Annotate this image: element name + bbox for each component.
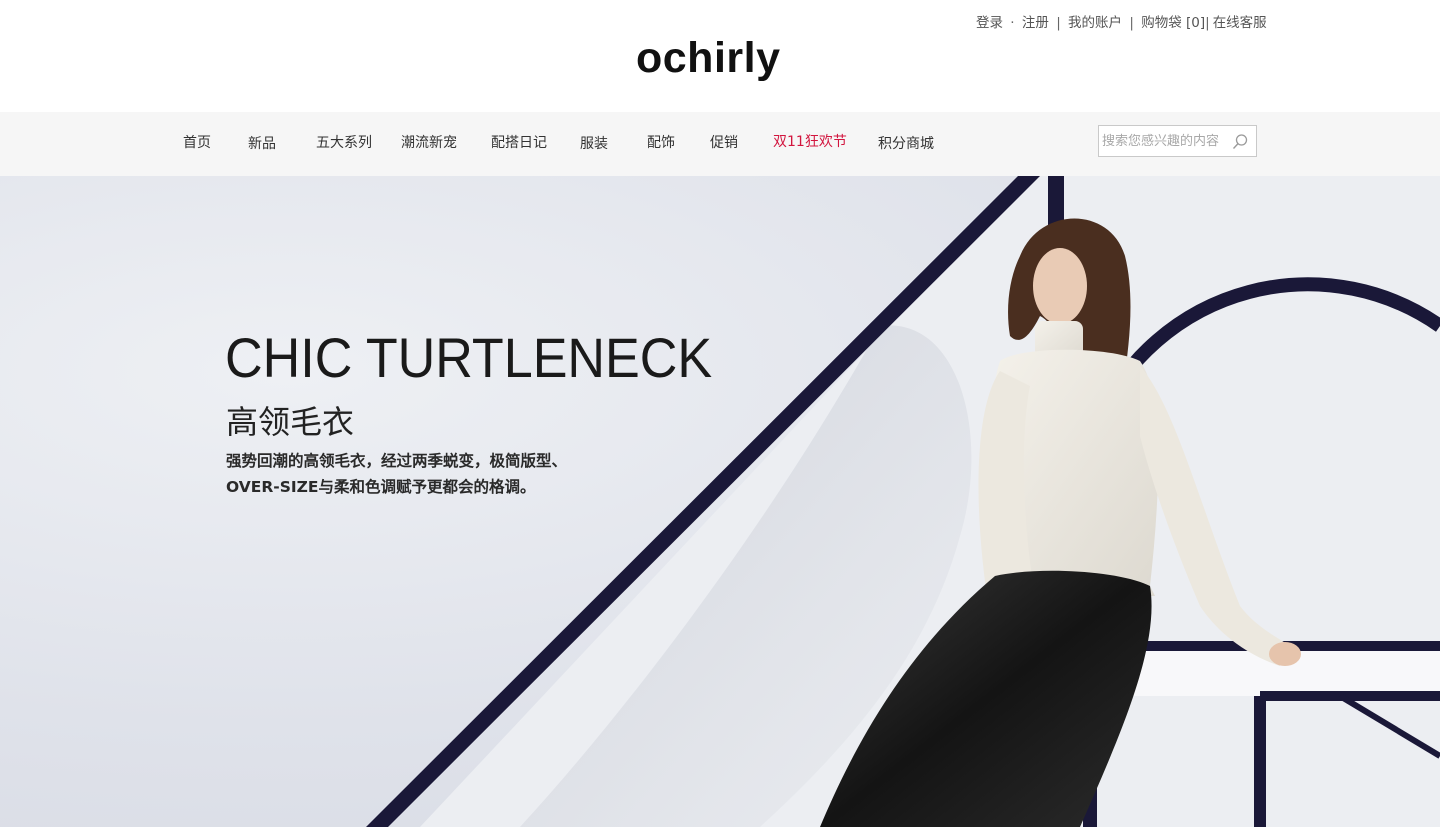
banner-artwork: [366, 176, 1440, 827]
separator: |: [1129, 15, 1134, 31]
shopping-bag-link[interactable]: 购物袋 [0]: [1141, 15, 1205, 31]
search-icon[interactable]: [1230, 132, 1250, 152]
search-box: [1098, 125, 1257, 157]
search-input[interactable]: [1099, 126, 1231, 156]
separator: |: [1056, 15, 1061, 31]
nav-item-trends[interactable]: 潮流新宠: [401, 132, 457, 152]
dot-separator: ·: [1010, 15, 1015, 31]
hero-banner[interactable]: CHIC TURTLENECK 高领毛衣 强势回潮的高领毛衣，经过两季蜕变，极简…: [0, 176, 1440, 827]
nav-item-promotions[interactable]: 促销: [710, 132, 738, 152]
top-links: 登录 · 注册 | 我的账户 | 购物袋 [0]| 在线客服: [976, 11, 1267, 31]
banner-description-line: OVER-SIZE与柔和色调赋予更都会的格调。: [226, 478, 536, 496]
banner-description-line: 强势回潮的高领毛衣，经过两季蜕变，极简版型、: [226, 452, 568, 470]
nav-item-points-mall[interactable]: 积分商城: [878, 133, 934, 153]
online-service-link[interactable]: 在线客服: [1213, 15, 1267, 31]
nav-item-home[interactable]: 首页: [183, 132, 211, 152]
nav-item-double11[interactable]: 双11狂欢节: [773, 131, 847, 151]
banner-headline: CHIC TURTLENECK: [225, 326, 713, 389]
banner-subheadline: 高领毛衣: [226, 403, 355, 441]
nav-item-outfit-diary[interactable]: 配搭日记: [491, 132, 547, 152]
banner-description: 强势回潮的高领毛衣，经过两季蜕变，极简版型、 OVER-SIZE与柔和色调赋予更…: [226, 448, 567, 500]
nav-item-new[interactable]: 新品: [248, 133, 276, 153]
site-header: 登录 · 注册 | 我的账户 | 购物袋 [0]| 在线客服 ochirly: [0, 0, 1440, 112]
register-link[interactable]: 注册: [1022, 15, 1049, 31]
separator: |: [1205, 15, 1210, 31]
nav-item-clothing[interactable]: 服装: [580, 133, 608, 153]
nav-item-accessories[interactable]: 配饰: [647, 132, 675, 152]
nav-item-series[interactable]: 五大系列: [316, 132, 372, 152]
site-logo[interactable]: ochirly: [636, 32, 781, 84]
login-link[interactable]: 登录: [976, 15, 1003, 31]
my-account-link[interactable]: 我的账户: [1068, 15, 1122, 31]
main-nav: 首页 新品 五大系列 潮流新宠 配搭日记 服装 配饰 促销 双11狂欢节 积分商…: [0, 112, 1440, 176]
